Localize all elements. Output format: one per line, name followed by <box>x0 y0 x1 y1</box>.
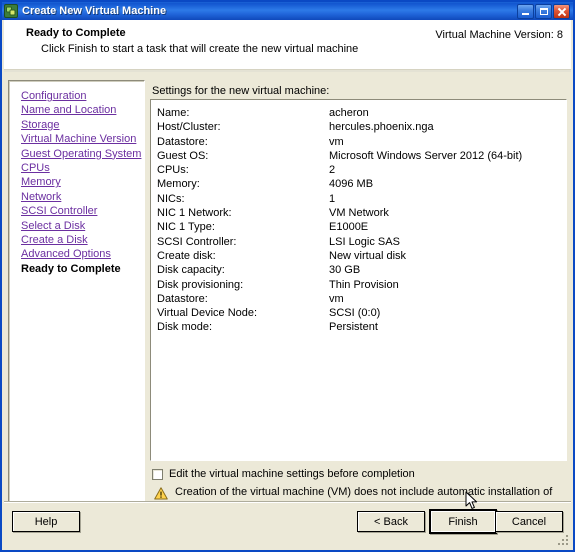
settings-row: SCSI Controller: LSI Logic SAS <box>157 235 557 249</box>
settings-row: NICs: 1 <box>157 192 557 206</box>
settings-value: vm <box>329 292 344 305</box>
settings-caption: Settings for the new virtual machine: <box>152 85 330 97</box>
settings-key: NIC 1 Network: <box>157 207 232 220</box>
edit-settings-checkbox[interactable] <box>152 469 163 480</box>
settings-row: Memory: 4096 MB <box>157 177 557 191</box>
minimize-button[interactable] <box>517 3 534 19</box>
sidebar-item-select-a-disk[interactable]: Select a Disk <box>21 219 144 233</box>
settings-key: Guest OS: <box>157 149 209 162</box>
settings-value: Thin Provision <box>329 278 399 291</box>
sidebar-item-storage[interactable]: Storage <box>21 118 144 132</box>
edit-settings-row[interactable]: Edit the virtual machine settings before… <box>152 468 415 480</box>
back-button[interactable]: < Back <box>357 511 425 532</box>
wizard-steps-panel: Configuration Name and Location Storage Vir… <box>8 80 145 502</box>
header-divider <box>4 69 571 72</box>
settings-row: Virtual Device Node: SCSI (0:0) <box>157 306 557 320</box>
dialog-footer: Help < Back Finish Cancel <box>4 501 571 548</box>
wizard-step-list: Configuration Name and Location Storage Vir… <box>21 89 144 276</box>
settings-key: Disk mode: <box>157 321 213 334</box>
page-subtitle: Click Finish to start a task that will c… <box>41 43 359 55</box>
finish-button-label: Finish <box>431 511 495 532</box>
settings-key: NICs: <box>157 192 185 205</box>
settings-value: 2 <box>329 164 336 177</box>
settings-value: 1 <box>329 192 336 205</box>
dialog-body: Configuration Name and Location Storage Vir… <box>4 73 571 525</box>
sidebar-item-guest-operating-system[interactable]: Guest Operating System <box>21 147 144 161</box>
settings-value: 4096 MB <box>329 178 374 191</box>
settings-row: NIC 1 Network: VM Network <box>157 206 557 220</box>
settings-key: Name: <box>157 107 190 119</box>
settings-row: Disk capacity: 30 GB <box>157 263 557 277</box>
settings-row: Create disk: New virtual disk <box>157 249 557 263</box>
sidebar-item-name-and-location[interactable]: Name and Location <box>21 103 144 117</box>
settings-value: Persistent <box>329 321 378 334</box>
sidebar-item-cpus[interactable]: CPUs <box>21 161 144 175</box>
settings-value: Microsoft Windows Server 2012 (64-bit) <box>329 149 523 162</box>
sidebar-item-ready-to-complete: Ready to Complete <box>21 262 121 275</box>
dialog-header: Ready to Complete Click Finish to start … <box>4 20 571 72</box>
warning-triangle-icon <box>154 487 168 500</box>
title-bar[interactable]: Create New Virtual Machine <box>2 2 573 20</box>
edit-settings-label: Edit the virtual machine settings before… <box>169 468 415 480</box>
settings-key: Host/Cluster: <box>157 121 221 134</box>
settings-value: VM Network <box>329 207 389 220</box>
settings-value: vm <box>329 135 344 148</box>
settings-row: Host/Cluster: hercules.phoenix.nga <box>157 120 557 134</box>
resize-grip[interactable] <box>556 533 568 545</box>
maximize-button[interactable] <box>535 3 552 19</box>
sidebar-item-configuration[interactable]: Configuration <box>21 89 144 103</box>
settings-value: 30 GB <box>329 264 361 277</box>
settings-key: Datastore: <box>157 292 208 305</box>
settings-key: NIC 1 Type: <box>157 221 215 234</box>
settings-key: Datastore: <box>157 135 208 148</box>
settings-key: Virtual Device Node: <box>157 307 258 320</box>
settings-row: Guest OS: Microsoft Windows Server 2012 (… <box>157 149 557 163</box>
close-icon[interactable] <box>553 3 570 19</box>
settings-key: Create disk: <box>157 249 216 262</box>
finish-button[interactable]: Finish <box>429 509 497 534</box>
sidebar-item-network[interactable]: Network <box>21 190 144 204</box>
settings-table: Name: acheron Host/Cluster: hercules.phoeni… <box>157 106 557 335</box>
create-new-virtual-machine-dialog: Create New Virtual Machine Ready to Comp… <box>0 0 575 552</box>
settings-value: E1000E <box>329 221 369 234</box>
settings-key: SCSI Controller: <box>157 235 237 248</box>
sidebar-item-advanced-options[interactable]: Advanced Options <box>21 247 144 261</box>
help-button[interactable]: Help <box>12 511 80 532</box>
page-title: Ready to Complete <box>26 27 126 39</box>
settings-row: Datastore: vm <box>157 292 557 306</box>
settings-value: acheron <box>329 107 369 119</box>
sidebar-item-virtual-machine-version[interactable]: Virtual Machine Version <box>21 132 144 146</box>
settings-value: New virtual disk <box>329 249 407 262</box>
vm-version-label: Virtual Machine Version: 8 <box>435 29 563 41</box>
sidebar-item-create-a-disk[interactable]: Create a Disk <box>21 233 144 247</box>
settings-summary-box: Name: acheron Host/Cluster: hercules.phoeni… <box>150 99 567 461</box>
settings-value: LSI Logic SAS <box>329 235 400 248</box>
settings-value: hercules.phoenix.nga <box>329 121 434 134</box>
settings-row: Disk mode: Persistent <box>157 320 557 334</box>
settings-row: CPUs: 2 <box>157 163 557 177</box>
cancel-button[interactable]: Cancel <box>495 511 563 532</box>
settings-key: Disk capacity: <box>157 264 225 277</box>
settings-row: NIC 1 Type: E1000E <box>157 220 557 234</box>
settings-value: SCSI (0:0) <box>329 307 381 320</box>
window-controls <box>517 3 570 19</box>
settings-row: Disk provisioning: Thin Provision <box>157 278 557 292</box>
virtual-machine-icon <box>4 4 18 18</box>
settings-key: Disk provisioning: <box>157 278 244 291</box>
window-title: Create New Virtual Machine <box>22 5 167 17</box>
sidebar-item-scsi-controller[interactable]: SCSI Controller <box>21 204 144 218</box>
sidebar-item-memory[interactable]: Memory <box>21 175 144 189</box>
settings-row: Datastore: vm <box>157 135 557 149</box>
summary-panel: Settings for the new virtual machine: Na… <box>150 80 567 525</box>
settings-row: Name: acheron <box>157 106 557 120</box>
settings-key: CPUs: <box>157 164 189 177</box>
settings-key: Memory: <box>157 178 200 191</box>
